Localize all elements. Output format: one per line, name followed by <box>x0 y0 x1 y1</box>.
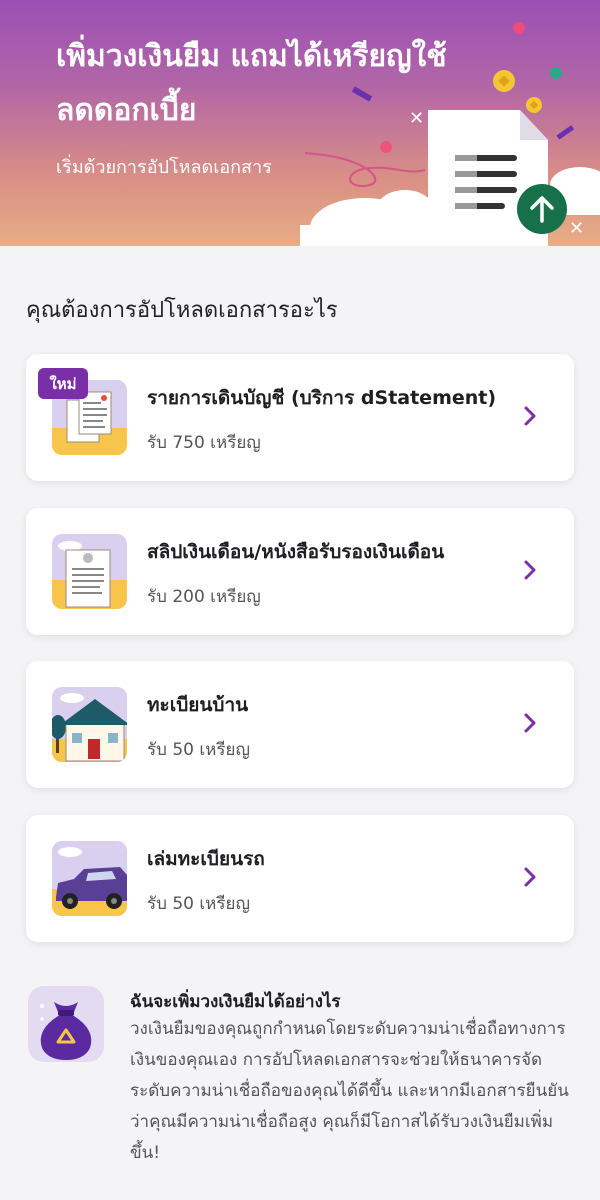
coin-icon <box>493 70 515 92</box>
new-badge: ใหม่ <box>38 368 88 399</box>
hero-subtitle: เริ่มด้วยการอัปโหลดเอกสาร <box>56 157 272 178</box>
section-title: คุณต้องการอัปโหลดเอกสารอะไร <box>26 298 338 323</box>
chevron-right-icon <box>524 713 536 733</box>
coin-reward: รับ 200 เหรียญ <box>147 587 261 607</box>
document-card-bank-statement[interactable]: รายการเดินบัญชี (บริการ dStatement) รับ … <box>26 354 574 481</box>
hero-banner: เพิ่มวงเงินยืม แถมได้เหรียญใช้ลดดอกเบี้ย… <box>0 0 600 246</box>
document-title: เล่มทะเบียนรถ <box>147 848 265 870</box>
salary-slip-icon <box>52 534 127 609</box>
cloud-left <box>300 190 450 246</box>
squiggle-decoration <box>304 152 426 188</box>
document-title: รายการเดินบัญชี (บริการ dStatement) <box>147 387 497 409</box>
chevron-right-icon <box>524 406 536 426</box>
coin-icon <box>526 97 542 113</box>
chevron-right-icon <box>524 867 536 887</box>
close-icon: ✕ <box>569 218 585 239</box>
money-bag-icon <box>28 986 104 1062</box>
coin-reward: รับ 50 เหรียญ <box>147 740 250 760</box>
document-card-car-registration[interactable]: เล่มทะเบียนรถ รับ 50 เหรียญ <box>26 815 574 942</box>
upload-arrow-icon <box>517 184 567 234</box>
house-icon <box>52 687 127 762</box>
document-title: สลิปเงินเดือน/หนังสือรับรองเงินเดือน <box>147 541 445 563</box>
chevron-right-icon <box>524 560 536 580</box>
info-title: ฉันจะเพิ่มวงเงินยืมได้อย่างไร <box>130 992 341 1012</box>
car-icon <box>52 841 127 916</box>
coin-reward: รับ 750 เหรียญ <box>147 433 261 453</box>
info-body: วงเงินยืมของคุณถูกกำหนดโดยระดับความน่าเช… <box>130 1019 569 1163</box>
close-icon: ✕ <box>409 108 425 129</box>
document-card-house-registration[interactable]: ทะเบียนบ้าน รับ 50 เหรียญ <box>26 661 574 788</box>
coin-reward: รับ 50 เหรียญ <box>147 894 250 914</box>
document-title: ทะเบียนบ้าน <box>147 694 249 716</box>
document-card-salary-slip[interactable]: สลิปเงินเดือน/หนังสือรับรองเงินเดือน รับ… <box>26 508 574 635</box>
